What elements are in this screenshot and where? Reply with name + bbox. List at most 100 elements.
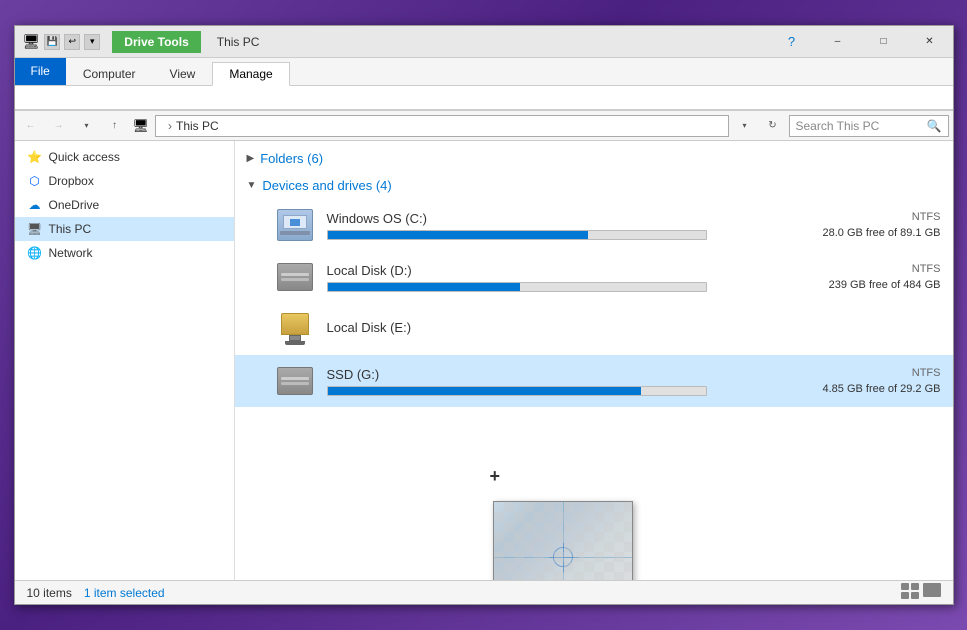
drive-c-space: 28.0 GB free of 89.1 GB bbox=[761, 227, 941, 239]
sidebar-item-quick-access[interactable]: ⭐ Quick access bbox=[15, 145, 234, 169]
drive-e-info: Local Disk (E:) bbox=[327, 320, 749, 339]
up-button[interactable]: ↑ bbox=[103, 114, 127, 138]
ribbon-tabs: File Computer View Manage bbox=[15, 58, 953, 86]
quick-access-icon: ⭐ bbox=[27, 149, 43, 165]
items-selected: 1 item selected bbox=[84, 586, 165, 600]
sidebar-label-dropbox: Dropbox bbox=[49, 174, 94, 188]
drive-g-fs: NTFS bbox=[761, 367, 941, 379]
drive-g[interactable]: SSD (G:) NTFS 4.85 GB free of 29.2 GB bbox=[235, 355, 953, 407]
search-placeholder: Search This PC bbox=[796, 119, 923, 133]
items-count: 10 items bbox=[27, 586, 72, 600]
address-path[interactable]: › This PC bbox=[155, 115, 728, 137]
tab-view[interactable]: View bbox=[153, 62, 213, 86]
address-bar: ← → ▾ ↑ 🖥 › This PC ▾ ↻ Search This PC 🔍 bbox=[15, 111, 953, 141]
tab-manage[interactable]: Manage bbox=[212, 62, 289, 86]
drive-c-fs: NTFS bbox=[761, 211, 941, 223]
maximize-button[interactable]: □ bbox=[861, 26, 907, 58]
drive-d-fill bbox=[328, 283, 521, 291]
folders-label: Folders (6) bbox=[260, 151, 323, 166]
sidebar: ⭐ Quick access ⬡ Dropbox ☁ OneDrive 🖥 Th… bbox=[15, 141, 235, 580]
dropbox-icon: ⬡ bbox=[27, 173, 43, 189]
sidebar-item-onedrive[interactable]: ☁ OneDrive bbox=[15, 193, 234, 217]
onedrive-icon: ☁ bbox=[27, 197, 43, 213]
tab-file[interactable]: File bbox=[15, 57, 66, 85]
sidebar-label-this-pc: This PC bbox=[49, 222, 92, 236]
drive-e[interactable]: Local Disk (E:) bbox=[235, 303, 953, 355]
drive-g-space: 4.85 GB free of 29.2 GB bbox=[761, 383, 941, 395]
close-button[interactable]: ✕ bbox=[907, 26, 953, 58]
recent-locations-button[interactable]: ▾ bbox=[75, 114, 99, 138]
sidebar-item-this-pc[interactable]: 🖥 This PC bbox=[15, 217, 234, 241]
sidebar-item-dropbox[interactable]: ⬡ Dropbox bbox=[15, 169, 234, 193]
sidebar-item-network[interactable]: 🌐 Network bbox=[15, 241, 234, 265]
title-bar: 🖥 💾 ↩ ▾ Drive Tools This PC ? – □ ✕ bbox=[15, 26, 953, 58]
drive-g-icon bbox=[275, 361, 315, 401]
drive-g-info: SSD (G:) bbox=[327, 367, 749, 396]
sidebar-label-network: Network bbox=[49, 246, 93, 260]
ribbon-content bbox=[15, 86, 953, 110]
drive-e-icon bbox=[275, 309, 315, 349]
drive-c-name: Windows OS (C:) bbox=[327, 211, 749, 226]
drive-c-fill bbox=[328, 231, 589, 239]
search-box[interactable]: Search This PC 🔍 bbox=[789, 115, 949, 137]
address-dropdown[interactable]: ▾ bbox=[733, 114, 757, 138]
window-title: This PC bbox=[217, 35, 260, 49]
window-controls: ? – □ ✕ bbox=[769, 26, 953, 57]
drive-c-meta: NTFS 28.0 GB free of 89.1 GB bbox=[761, 211, 941, 239]
path-this-pc[interactable]: This PC bbox=[176, 119, 219, 133]
drive-g-fill bbox=[328, 387, 642, 395]
drive-d-name: Local Disk (D:) bbox=[327, 263, 749, 278]
main-content: ⭐ Quick access ⬡ Dropbox ☁ OneDrive 🖥 Th… bbox=[15, 141, 953, 580]
cursor-icon: + bbox=[490, 466, 501, 487]
drive-d-progress bbox=[327, 282, 707, 292]
refresh-button[interactable]: ↻ bbox=[761, 114, 785, 138]
drive-g-meta: NTFS 4.85 GB free of 29.2 GB bbox=[761, 367, 941, 395]
quick-access-btn-2[interactable]: ↩ bbox=[64, 34, 80, 50]
folders-section-header[interactable]: ▶ Folders (6) bbox=[235, 145, 953, 172]
drive-d[interactable]: Local Disk (D:) NTFS 239 GB free of 484 … bbox=[235, 251, 953, 303]
ribbon: File Computer View Manage bbox=[15, 58, 953, 111]
view-large-btn[interactable] bbox=[923, 583, 941, 602]
checker-pattern bbox=[494, 502, 632, 580]
drive-c-info: Windows OS (C:) bbox=[327, 211, 749, 240]
this-pc-icon: 🖥 bbox=[27, 221, 43, 237]
status-right bbox=[901, 583, 941, 602]
title-bar-left: 🖥 💾 ↩ ▾ Drive Tools This PC bbox=[15, 31, 769, 53]
quick-access-btn-1[interactable]: 💾 bbox=[44, 34, 60, 50]
drive-g-progress bbox=[327, 386, 707, 396]
drive-d-space: 239 GB free of 484 GB bbox=[761, 279, 941, 291]
drive-d-info: Local Disk (D:) bbox=[327, 263, 749, 292]
search-icon[interactable]: 🔍 bbox=[927, 119, 942, 133]
devices-chevron: ▼ bbox=[247, 180, 257, 191]
drive-c[interactable]: Windows OS (C:) NTFS 28.0 GB free of 89.… bbox=[235, 199, 953, 251]
forward-button[interactable]: → bbox=[47, 114, 71, 138]
status-bar: 10 items 1 item selected bbox=[15, 580, 953, 604]
drive-e-name: Local Disk (E:) bbox=[327, 320, 749, 335]
content-area: ▶ Folders (6) ▼ Devices and drives (4) bbox=[235, 141, 953, 580]
window-icon: 🖥 bbox=[23, 33, 41, 50]
tab-computer[interactable]: Computer bbox=[66, 62, 153, 86]
devices-label: Devices and drives (4) bbox=[262, 178, 391, 193]
minimize-button[interactable]: – bbox=[815, 26, 861, 58]
status-left: 10 items 1 item selected bbox=[27, 586, 165, 600]
drive-g-name: SSD (G:) bbox=[327, 367, 749, 382]
drive-d-icon bbox=[275, 257, 315, 297]
sidebar-label-onedrive: OneDrive bbox=[49, 198, 100, 212]
path-separator: › bbox=[168, 119, 172, 133]
help-button[interactable]: ? bbox=[769, 26, 815, 58]
drive-d-fs: NTFS bbox=[761, 263, 941, 275]
path-icon: 🖥 bbox=[133, 118, 150, 134]
network-icon: 🌐 bbox=[27, 245, 43, 261]
folders-chevron: ▶ bbox=[247, 153, 255, 164]
quick-access-dropdown[interactable]: ▾ bbox=[84, 34, 100, 50]
drive-c-icon bbox=[275, 205, 315, 245]
view-details-btn[interactable] bbox=[901, 583, 919, 602]
sidebar-label-quick-access: Quick access bbox=[49, 150, 120, 164]
drive-c-progress bbox=[327, 230, 707, 240]
color-canvas bbox=[494, 502, 632, 580]
color-picker-popup: (460 , 419) 217, 217, 217 bbox=[493, 501, 633, 580]
drive-d-meta: NTFS 239 GB free of 484 GB bbox=[761, 263, 941, 291]
back-button[interactable]: ← bbox=[19, 114, 43, 138]
devices-section-header[interactable]: ▼ Devices and drives (4) bbox=[235, 172, 953, 199]
drive-tools-tab[interactable]: Drive Tools bbox=[112, 31, 200, 53]
